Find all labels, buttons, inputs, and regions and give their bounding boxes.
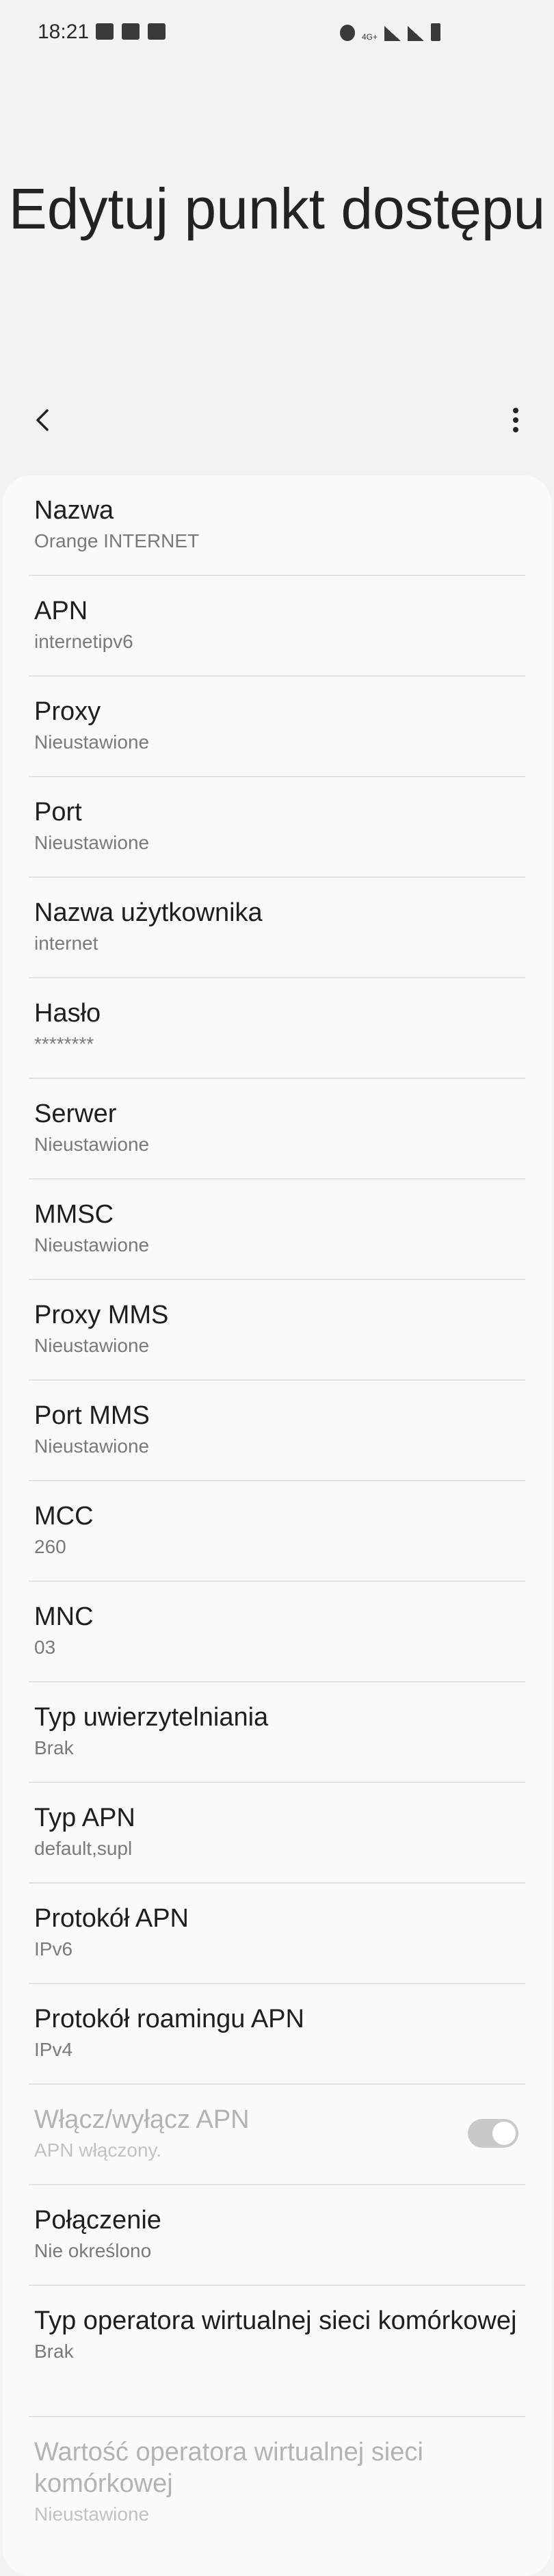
item-summary: Brak (34, 1737, 74, 1758)
more-vert-icon (513, 408, 518, 432)
item-summary: Nieustawione (34, 1234, 150, 1256)
mvno-value-item: Wartość operatora wirtualnej sieci komór… (29, 2417, 525, 2547)
password-item[interactable]: Hasło ******** (29, 978, 525, 1079)
item-title: Protokół APN (34, 1904, 189, 1933)
item-summary: internetipv6 (34, 631, 133, 652)
item-summary: internet (34, 933, 98, 954)
item-title: Hasło (34, 999, 101, 1028)
signal-icon-2 (408, 26, 424, 41)
youtube-icon (122, 23, 140, 40)
item-summary: ******** (34, 1033, 94, 1054)
item-summary: 260 (34, 1536, 66, 1557)
item-title: Proxy MMS (34, 1301, 169, 1329)
item-title: Port MMS (34, 1401, 150, 1430)
item-title: Nazwa użytkownika (34, 898, 263, 927)
item-title: Port (34, 798, 82, 827)
back-button[interactable] (25, 402, 60, 438)
item-summary: Nieustawione (34, 832, 150, 853)
status-right-icons: 4G+ (339, 23, 440, 42)
page-title: Edytuj punkt dostępu (8, 177, 546, 241)
item-title: Typ operatora wirtualnej sieci komórkowe… (34, 2306, 517, 2335)
mms-port-item[interactable]: Port MMS Nieustawione (29, 1381, 525, 1481)
item-title: Typ uwierzytelniania (34, 1703, 269, 1732)
item-title: MCC (34, 1502, 94, 1531)
mvno-type-item[interactable]: Typ operatora wirtualnej sieci komórkowe… (29, 2286, 525, 2417)
item-title: Nazwa (34, 496, 114, 525)
translate-icon (148, 23, 166, 40)
status-left-icons (96, 23, 166, 40)
apn-roaming-protocol-item[interactable]: Protokół roamingu APN IPv4 (29, 1984, 525, 2085)
toggle-knob (491, 2120, 517, 2146)
mnc-item[interactable]: MNC 03 (29, 1582, 525, 1682)
auth-type-item[interactable]: Typ uwierzytelniania Brak (29, 1682, 525, 1783)
apn-enable-item: Włącz/wyłącz APN APN włączony. (29, 2085, 525, 2185)
apn-item[interactable]: APN internetipv6 (29, 576, 525, 677)
settings-card: Nazwa Orange INTERNET APN internetipv6 P… (3, 476, 551, 2576)
port-item[interactable]: Port Nieustawione (29, 777, 525, 878)
item-summary: Nieustawione (34, 731, 150, 753)
item-title: Włącz/wyłącz APN (34, 2105, 250, 2134)
chevron-left-icon (36, 409, 49, 431)
connection-item[interactable]: Połączenie Nie określono (29, 2185, 525, 2286)
server-item[interactable]: Serwer Nieustawione (29, 1079, 525, 1180)
more-options-button[interactable] (498, 402, 533, 438)
item-summary: APN włączony. (34, 2139, 162, 2161)
item-summary: Nieustawione (34, 1335, 150, 1356)
item-summary: Nieustawione (34, 2503, 150, 2525)
signal-icon (384, 26, 401, 41)
item-summary: IPv4 (34, 2039, 73, 2060)
item-summary: IPv6 (34, 1938, 73, 1960)
apn-protocol-item[interactable]: Protokół APN IPv6 (29, 1884, 525, 1984)
item-summary: Nie określono (34, 2240, 152, 2261)
mms-proxy-item[interactable]: Proxy MMS Nieustawione (29, 1280, 525, 1381)
item-summary: 03 (34, 1637, 56, 1658)
item-title: Protokół roamingu APN (34, 2005, 304, 2033)
proxy-item[interactable]: Proxy Nieustawione (29, 677, 525, 777)
item-title: Serwer (34, 1100, 117, 1128)
item-title: MMSC (34, 1200, 114, 1229)
gallery-icon (96, 23, 114, 40)
item-summary: Orange INTERNET (34, 530, 200, 551)
username-item[interactable]: Nazwa użytkownika internet (29, 878, 525, 978)
item-title: Proxy (34, 697, 101, 726)
battery-icon (431, 23, 440, 41)
item-summary: Nieustawione (34, 1134, 150, 1155)
alarm-icon (339, 25, 355, 41)
item-title: Wartość operatora wirtualnej sieci komór… (34, 2438, 423, 2498)
mcc-item[interactable]: MCC 260 (29, 1481, 525, 1582)
item-summary: Brak (34, 2341, 74, 2362)
apn-name-item[interactable]: Nazwa Orange INTERNET (29, 476, 525, 576)
item-summary: default,supl (34, 1838, 133, 1859)
status-bar: 18:21 4G+ (0, 0, 554, 68)
item-title: Połączenie (34, 2206, 161, 2235)
apn-enable-toggle[interactable] (468, 2119, 518, 2148)
network-type-label: 4G+ (361, 32, 378, 42)
status-time: 18:21 (38, 21, 90, 43)
item-summary: Nieustawione (34, 1435, 150, 1457)
item-title: Typ APN (34, 1804, 135, 1832)
item-title: APN (34, 597, 88, 625)
mmsc-item[interactable]: MMSC Nieustawione (29, 1180, 525, 1280)
apn-type-item[interactable]: Typ APN default,supl (29, 1783, 525, 1884)
item-title: MNC (34, 1602, 94, 1631)
